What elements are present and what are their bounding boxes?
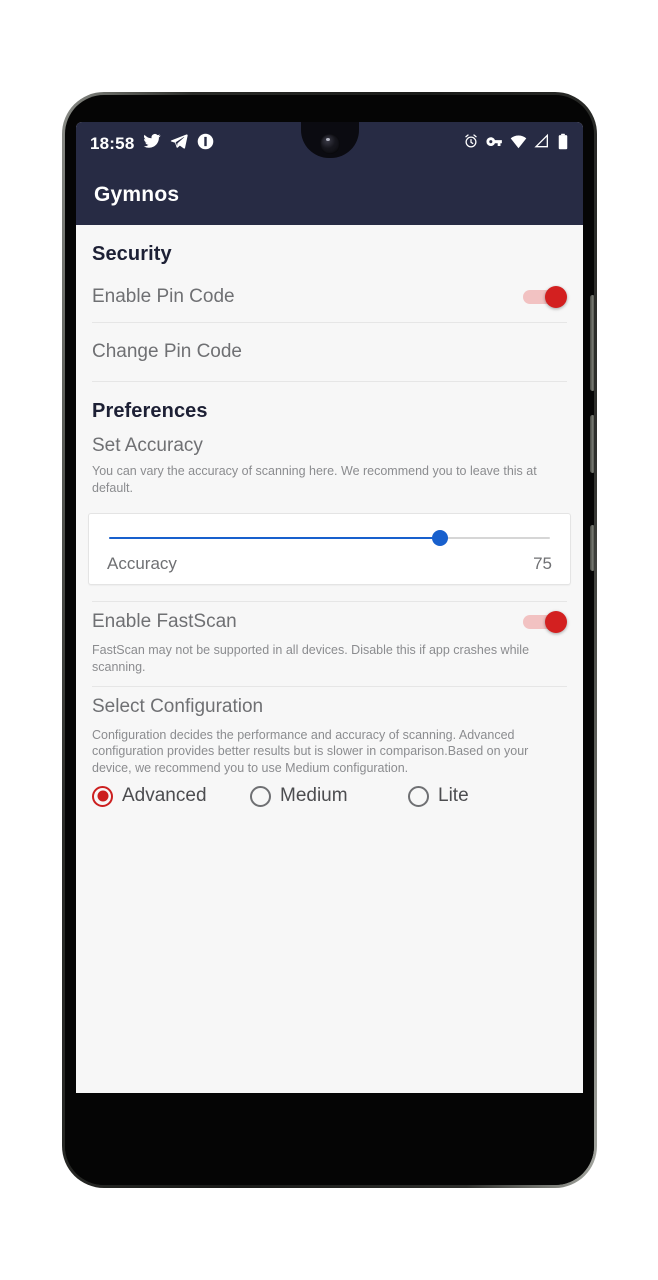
phone-chin <box>65 1093 594 1185</box>
volume-button[interactable] <box>590 295 594 391</box>
setting-row-select-configuration: Select Configuration Configuration decid… <box>76 687 583 782</box>
toggle-thumb <box>545 286 567 308</box>
alarm-icon <box>463 133 479 154</box>
enable-fastscan-description: FastScan may not be supported in all dev… <box>92 642 530 674</box>
radio-dot <box>97 790 108 802</box>
twitter-icon <box>143 132 162 155</box>
status-bar: 18:58 <box>76 122 583 165</box>
change-pin-code-row-main: Change Pin Code <box>92 323 567 381</box>
enable-fastscan-label: Enable FastScan <box>92 610 237 632</box>
select-configuration-description: Configuration decides the performance an… <box>92 727 529 776</box>
radio-label-lite: Lite <box>438 785 469 807</box>
camera-notch <box>300 122 359 158</box>
status-bar-clock: 18:58 <box>90 133 135 153</box>
enable-fastscan-toggle[interactable] <box>523 610 567 633</box>
enable-pin-code-label: Enable Pin Code <box>92 286 235 307</box>
phone-frame: 18:58 Gymnos Security Enable Pin Code Ch… <box>62 92 597 1188</box>
radio-label-medium: Medium <box>280 785 348 807</box>
battery-icon <box>557 133 569 155</box>
set-accuracy-description: You can vary the accuracy of scanning he… <box>92 464 537 495</box>
radio-option-advanced[interactable]: Advanced <box>92 785 250 807</box>
front-camera-icon <box>319 134 340 154</box>
section-header-preferences: Preferences <box>92 400 208 422</box>
signal-icon <box>534 133 550 154</box>
camera-glint <box>325 138 330 141</box>
slider-fill <box>109 536 440 539</box>
notification-badge-icon <box>197 133 214 155</box>
phone-screen: 18:58 Gymnos Security Enable Pin Code Ch… <box>76 122 583 1105</box>
wifi-icon <box>510 133 527 155</box>
slider-thumb[interactable] <box>431 529 448 546</box>
settings-content: Security Enable Pin Code Change Pin Code <box>76 225 583 1105</box>
setting-row-set-accuracy: Set Accuracy You can vary the accuracy o… <box>76 429 583 507</box>
accuracy-value: 75 <box>533 553 552 573</box>
radio-button-medium-icon[interactable] <box>250 785 271 807</box>
phone-body: 18:58 Gymnos Security Enable Pin Code Ch… <box>65 95 594 1185</box>
slider-label-row: Accuracy 75 <box>105 552 554 574</box>
select-configuration-label: Select Configuration <box>92 695 264 717</box>
radio-label-advanced: Advanced <box>122 785 207 807</box>
setting-row-enable-pin-code[interactable]: Enable Pin Code <box>76 272 583 322</box>
app-title: Gymnos <box>94 183 180 206</box>
set-accuracy-label: Set Accuracy <box>92 435 203 456</box>
status-bar-left-group: 18:58 <box>90 132 214 155</box>
radio-option-medium[interactable]: Medium <box>250 785 408 807</box>
accuracy-slider[interactable] <box>109 528 550 548</box>
app-bar: Gymnos <box>76 165 583 225</box>
radio-button-lite-icon[interactable] <box>408 785 429 807</box>
accuracy-label: Accuracy <box>107 553 177 573</box>
select-configuration-row-main: Select Configuration <box>92 687 567 727</box>
radio-option-lite[interactable]: Lite <box>408 785 566 807</box>
telegram-icon <box>170 132 189 155</box>
enable-fastscan-row-main: Enable FastScan <box>92 602 567 642</box>
setting-row-enable-fastscan[interactable]: Enable FastScan FastScan may not be supp… <box>76 602 583 686</box>
enable-pin-code-toggle[interactable] <box>523 286 567 308</box>
vpn-key-icon <box>486 133 503 155</box>
section-header-security: Security <box>92 243 172 265</box>
setting-row-change-pin-code[interactable]: Change Pin Code <box>76 323 583 381</box>
status-bar-right-group <box>463 133 569 155</box>
toggle-thumb <box>545 610 567 633</box>
side-key-button[interactable] <box>590 525 594 571</box>
radio-button-advanced-icon[interactable] <box>92 785 113 807</box>
change-pin-code-label: Change Pin Code <box>92 341 242 362</box>
accuracy-slider-card[interactable]: Accuracy 75 <box>88 512 571 585</box>
set-accuracy-row-main: Set Accuracy <box>92 429 567 463</box>
enable-pin-code-row-main: Enable Pin Code <box>92 272 567 322</box>
power-button[interactable] <box>590 415 594 473</box>
configuration-radio-group: Advanced Medium Lite <box>76 781 583 807</box>
